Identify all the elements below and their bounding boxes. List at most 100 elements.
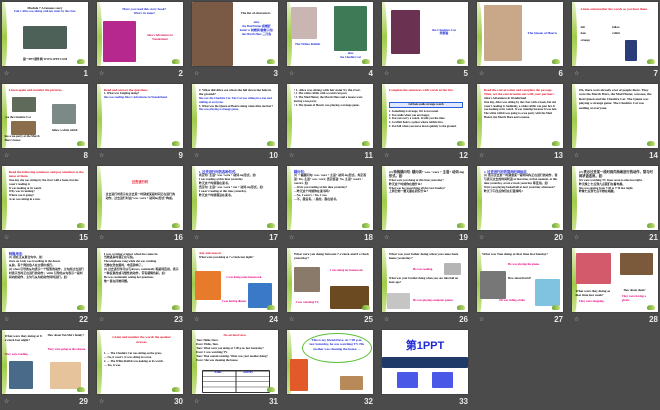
slide-thumbnail-13[interactable]: Read the conversation and complete the p… (477, 84, 563, 162)
slide-thumbnail-12[interactable]: Complete the sentences with words in the… (382, 84, 468, 162)
slide-thumbnail-9[interactable]: Read and answer the questions. 1. What wa… (97, 84, 183, 162)
slide-thumbnail-3[interactable]: The list of characters alice the Mad Hatte… (192, 2, 278, 80)
animation-star-icon[interactable]: ☆ (384, 234, 389, 241)
slide-preview[interactable]: (2) 特殊疑问句: 疑问词+ was / were + 主语+ 动词-ing形… (382, 166, 468, 230)
slide-preview[interactable]: 1. 过去进行时的各种句式: 肯定句: 主语+ was / were + 动词-i… (192, 166, 278, 230)
slide-preview[interactable]: What was Tom doing at that time last Sun… (477, 248, 563, 312)
slide-thumbnail-8[interactable]: Listen again and number the pictures. see… (2, 84, 88, 162)
animation-star-icon[interactable]: ☆ (99, 234, 104, 241)
slide-thumbnail-10[interactable]: 2. What did Alice see when she fell down… (192, 84, 278, 162)
slide-preview[interactable]: 第1PPT (382, 330, 468, 394)
slide-thumbnail-11[interactable]: • 1. Alice was sitting with her sister b… (287, 84, 373, 162)
slide-thumbnail-29[interactable]: What were they doing at 8 o'clock last n… (2, 330, 88, 408)
slide-preview[interactable]: • 1. Alice was sitting with her sister b… (287, 84, 373, 148)
text-line: The Queen of Hearts (527, 30, 558, 35)
slide-thumbnail-23[interactable]: I was writing a letter when he came in. 当… (97, 248, 183, 326)
animation-star-icon[interactable]: ☆ (479, 234, 484, 241)
slide-thumbnail-5[interactable]: the Cheshire Cat 柴郡猫 ☆ 5 (382, 2, 468, 80)
slide-thumbnail-27[interactable]: What was Tom doing at that time last Sun… (477, 248, 563, 326)
slide-thumbnail-6[interactable]: The Queen of Hearts ☆ 6 (477, 2, 563, 80)
slide-preview[interactable]: I was writing a letter when he came in. 当… (97, 248, 183, 312)
animation-star-icon[interactable]: ☆ (4, 234, 9, 241)
slide-thumbnail-33[interactable]: 第1PPT 33 (382, 330, 468, 408)
slide-preview[interactable]: (2) 表示过去某一段时间内持续进行的动作，常与时间状语连用。如: We were… (572, 166, 658, 230)
slide-preview[interactable]: Listen and number the words as you hear … (572, 2, 658, 66)
slide-preview[interactable]: What was your father doing when you came… (382, 248, 468, 312)
animation-star-icon[interactable]: ☆ (479, 316, 484, 323)
slide-preview[interactable]: Listen and number the words the speaker … (97, 330, 183, 394)
slide-preview[interactable]: The Queen of Hearts (477, 2, 563, 66)
slide-preview[interactable]: Complete the sentences with words in the… (382, 84, 468, 148)
slide-preview[interactable]: Listen again and number the pictures. see… (2, 84, 88, 148)
slide-preview[interactable]: 2. What did Alice see when she fell down… (192, 84, 278, 148)
animation-star-icon[interactable]: ☆ (574, 316, 579, 323)
slide-thumbnail-26[interactable]: What was your father doing when you came… (382, 248, 468, 326)
logo-icon (457, 305, 465, 310)
slide-preview[interactable]: Have you read this story book? What's its… (97, 2, 183, 66)
slide-preview[interactable]: Oh, there were already a lot of people t… (572, 84, 658, 148)
animation-star-icon[interactable]: ☆ (194, 316, 199, 323)
slide-preview[interactable]: the Cheshire Cat 柴郡猫 (382, 2, 468, 66)
slide-preview[interactable]: The list of characters alice the Mad Hatte… (192, 2, 278, 66)
animation-star-icon[interactable]: ☆ (194, 398, 199, 405)
slide-thumbnail-20[interactable]: 2. 过去进行时的常用时间标志 (1) 表示过去某一时刻或某一段时间内正在进行的动… (477, 166, 563, 244)
slide-preview[interactable]: The White Rabbit alice the Cheshire Cat (287, 2, 373, 66)
slide-preview[interactable]: What were they doing at 8 o'clock last n… (2, 330, 88, 394)
slide-preview[interactable]: What were you doing between 7 o'clock an… (287, 248, 373, 312)
slide-preview[interactable]: Read and answer the questions. 1. What wa… (97, 84, 183, 148)
slide-preview[interactable]: What were they doing at that time last w… (572, 248, 658, 312)
animation-star-icon[interactable]: ☆ (289, 316, 294, 323)
slide-thumbnail-28[interactable]: What were they doing at that time last w… (572, 248, 658, 326)
slide-thumbnail-24[interactable]: Ask and answer What were you doing at 7 o… (192, 248, 278, 326)
slide-preview[interactable]: 疑问句: (1) 一般疑问句: was / were + 主语+ 动词-ing形式… (287, 166, 373, 230)
animation-star-icon[interactable]: ☆ (289, 70, 294, 77)
slide-thumbnail-7[interactable]: Listen and number the words as you hear … (572, 2, 658, 80)
animation-star-icon[interactable]: ☆ (4, 70, 9, 77)
slide-preview[interactable]: Ask and answer What were you doing at 7 o… (192, 248, 278, 312)
slide-thumbnail-15[interactable]: Read the following sentences and pay att… (2, 166, 88, 244)
animation-star-icon[interactable]: ☆ (289, 234, 294, 241)
slide-preview[interactable]: This is my friend Dave. At 7:00 p.m. las… (287, 330, 373, 394)
animation-star-icon[interactable]: ☆ (99, 70, 104, 77)
animation-star-icon[interactable]: ☆ (384, 70, 389, 77)
slide-preview[interactable]: 过去进行时 过去进行时表示在过去某一时刻或某段时间正在进行的动作。过去进行时由"w… (97, 166, 183, 230)
slide-thumbnail-18[interactable]: 疑问句: (1) 一般疑问句: was / were + 主语+ 动词-ing形式… (287, 166, 373, 244)
animation-star-icon[interactable]: ☆ (479, 152, 484, 159)
slide-thumbnail-32[interactable]: This is my friend Dave. At 7:00 p.m. las… (287, 330, 373, 408)
slide-preview[interactable]: Read the following sentences and pay att… (2, 166, 88, 230)
slide-preview[interactable]: Read the conversation and complete the p… (477, 84, 563, 148)
animation-star-icon[interactable]: ☆ (574, 70, 579, 77)
slide-thumbnail-31[interactable]: Do an interview. Tom: Hello, Dave. Dave: H… (192, 330, 278, 408)
slide-preview[interactable]: 2. 过去进行时的常用时间标志 (1) 表示过去某一时刻或某一段时间内正在进行的动… (477, 166, 563, 230)
slide-number: 12 (459, 151, 468, 160)
slide-thumbnail-1[interactable]: Module 7 A famous story Unit 1 Alice was … (2, 2, 88, 80)
slide-preview[interactable]: Module 7 A famous story Unit 1 Alice was … (2, 2, 88, 66)
animation-star-icon[interactable]: ☆ (574, 234, 579, 241)
animation-star-icon[interactable]: ☆ (574, 152, 579, 159)
animation-star-icon[interactable]: ☆ (194, 234, 199, 241)
animation-star-icon[interactable]: ☆ (4, 398, 9, 405)
slide-thumbnail-19[interactable]: (2) 特殊疑问句: 疑问词+ was / were + 主语+ 动词-ing形… (382, 166, 468, 244)
animation-star-icon[interactable]: ☆ (99, 316, 104, 323)
slide-thumbnail-16[interactable]: 过去进行时 过去进行时表示在过去某一时刻或某段时间正在进行的动作。过去进行时由"w… (97, 166, 183, 244)
slide-preview[interactable]: Do an interview. Tom: Hello, Dave. Dave: H… (192, 330, 278, 394)
slide-thumbnail-17[interactable]: 1. 过去进行时的各种句式: 肯定句: 主语+ was / were + 动词-i… (192, 166, 278, 244)
slide-thumbnail-21[interactable]: (2) 表示过去某一段时间内持续进行的动作，常与时间状语连用。如: We were… (572, 166, 658, 244)
slide-thumbnail-22[interactable]: 特殊用法: (1) 用在主从复合句中。如: Once an Arab was tra… (2, 248, 88, 326)
slide-thumbnail-14[interactable]: Oh, there were already a lot of people t… (572, 84, 658, 162)
animation-star-icon[interactable]: ☆ (384, 316, 389, 323)
slide-thumbnail-30[interactable]: Listen and number the words the speaker … (97, 330, 183, 408)
slide-thumbnail-2[interactable]: Have you read this story book? What's its… (97, 2, 183, 80)
animation-star-icon[interactable]: ☆ (4, 316, 9, 323)
animation-star-icon[interactable]: ☆ (4, 152, 9, 159)
animation-star-icon[interactable]: ☆ (289, 152, 294, 159)
animation-star-icon[interactable]: ☆ (194, 152, 199, 159)
animation-star-icon[interactable]: ☆ (194, 70, 199, 77)
slide-thumbnail-25[interactable]: What were you doing between 7 o'clock an… (287, 248, 373, 326)
slide-preview[interactable]: 特殊用法: (1) 用在主从复合句中。如: Once an Arab was tra… (2, 248, 88, 312)
animation-star-icon[interactable]: ☆ (99, 152, 104, 159)
animation-star-icon[interactable]: ☆ (384, 152, 389, 159)
slide-thumbnail-4[interactable]: The White Rabbit alice the Cheshire Cat ☆ 4 (287, 2, 373, 80)
animation-star-icon[interactable]: ☆ (479, 70, 484, 77)
animation-star-icon[interactable]: ☆ (99, 398, 104, 405)
